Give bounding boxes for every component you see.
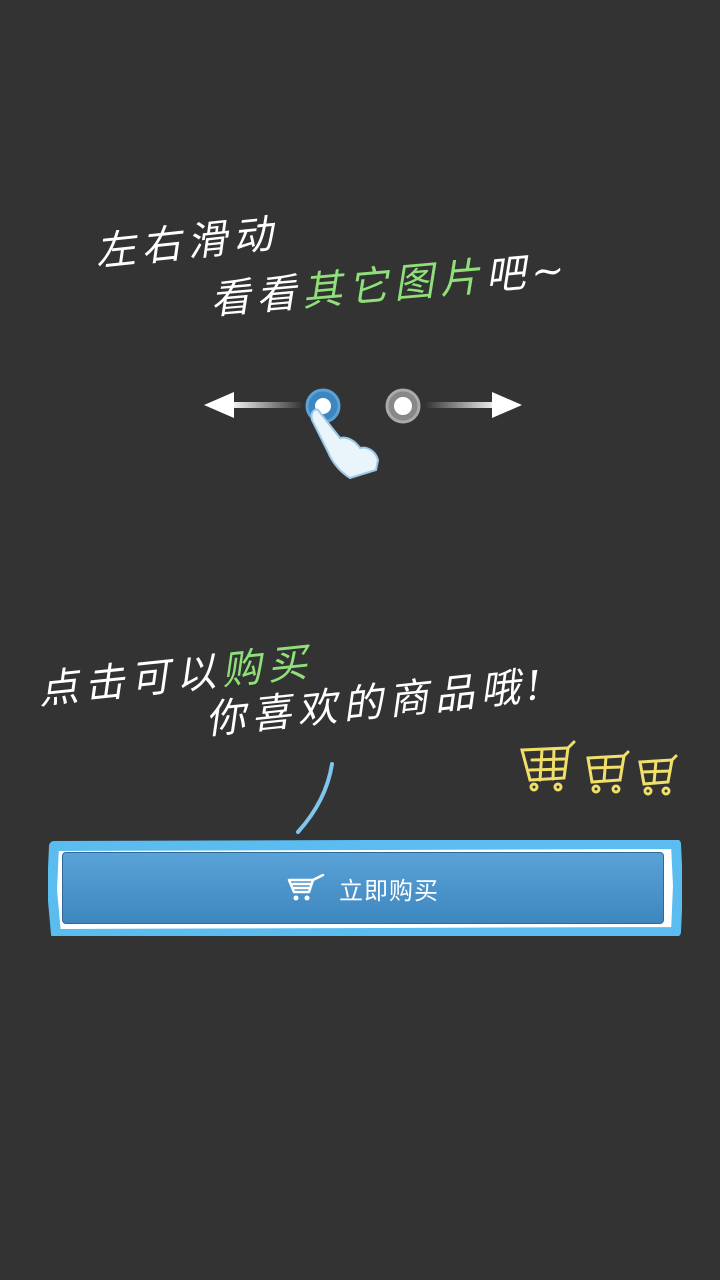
tap-hand-icon	[310, 408, 380, 480]
pointer-stroke	[296, 762, 334, 834]
arrow-right-icon	[425, 392, 522, 418]
buy-now-button[interactable]: 立即购买	[62, 852, 664, 924]
swipe-hint-suffix: 吧~	[483, 246, 573, 300]
swipe-gesture-illustration	[204, 388, 522, 480]
page-dot-inactive	[385, 388, 421, 424]
swipe-hint-prefix: 看看	[208, 270, 305, 324]
cart-doodle-icon	[638, 754, 678, 796]
cart-doodle-icon	[520, 740, 576, 792]
arrow-left-icon	[204, 392, 303, 418]
guide-overlay: 左右滑动 看看其它图片吧~ 点击可以购买 你喜欢的商品哦! 立即购买	[0, 0, 720, 1280]
buy-hint-prefix: 点击可以	[36, 648, 224, 714]
swipe-hint-highlight: 其它图片	[299, 254, 488, 316]
shopping-cart-icon	[287, 874, 325, 901]
buy-now-label: 立即购买	[339, 876, 439, 905]
cart-doodles	[520, 740, 678, 796]
cart-doodle-icon	[586, 750, 630, 794]
